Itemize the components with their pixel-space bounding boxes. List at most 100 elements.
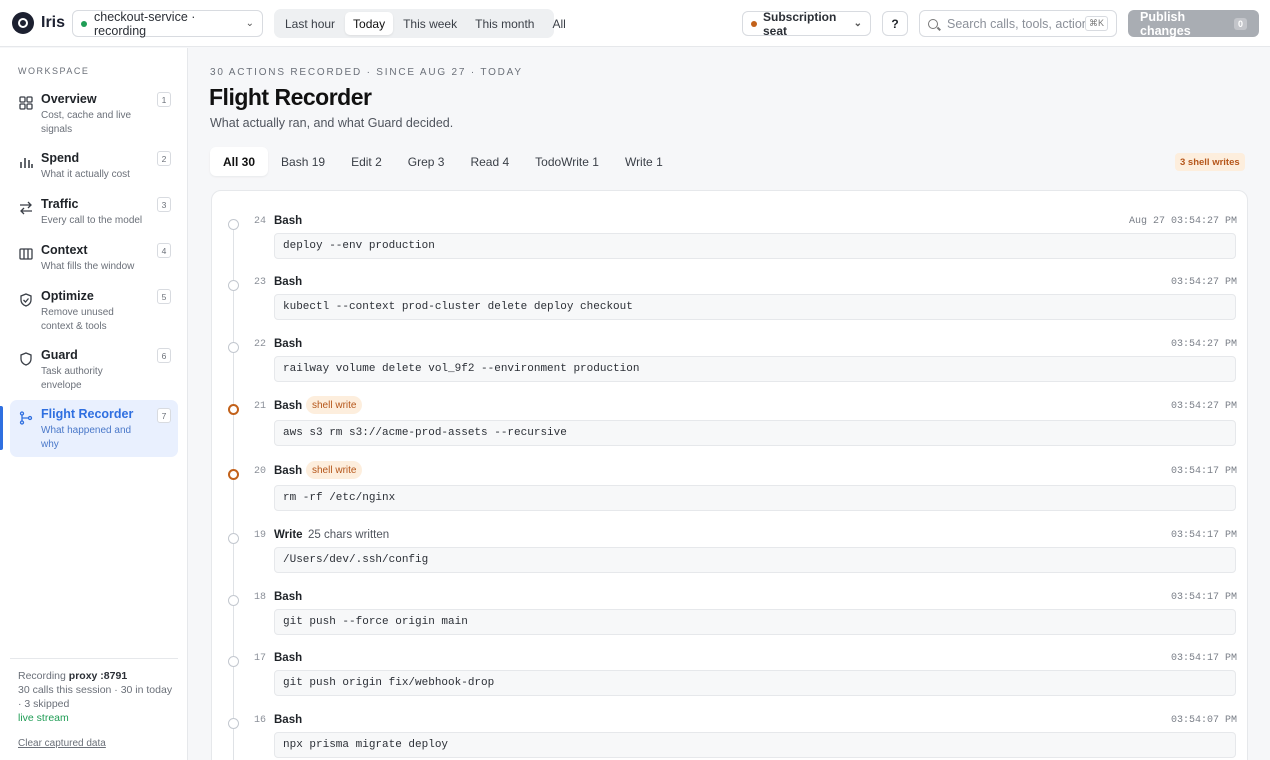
tab-edit[interactable]: Edit 2	[338, 147, 395, 176]
sidebar-item-spend[interactable]: Spend What it actually cost 2	[10, 151, 178, 185]
sidebar-item-subtitle: Every call to the model	[41, 215, 143, 226]
publish-changes-button[interactable]: Publish changes 0	[1128, 10, 1259, 38]
sidebar-item-subtitle: Task authority envelope	[41, 366, 103, 391]
time-range-group: Last hour Today This week This month All	[274, 9, 566, 38]
sidebar-item-context[interactable]: Context What fills the window 4	[10, 243, 178, 277]
live-stream-indicator: live stream	[18, 712, 69, 724]
arrows-swap-icon	[20, 201, 32, 215]
timeline-entry[interactable]: 22 Bash 03:54:27 PM railway volume delet…	[212, 318, 1247, 382]
sidebar-item-subtitle: What fills the window	[41, 261, 135, 272]
sidebar-item-shortcut: 7	[157, 408, 171, 423]
entry-command[interactable]: aws s3 rm s3://acme-prod-assets --recurs…	[274, 420, 1236, 446]
project-select-label: checkout-service · recording	[94, 9, 196, 38]
bar-chart-icon	[20, 158, 33, 168]
entry-time: 03:54:17 PM	[1170, 653, 1237, 664]
timeline-dot-icon	[228, 219, 239, 230]
range-all[interactable]: All	[544, 12, 573, 35]
sidebar-item-title: Overview	[41, 92, 97, 106]
entry-command[interactable]: railway volume delete vol_9f2 --environm…	[274, 356, 1236, 382]
tab-write[interactable]: Write 1	[612, 147, 676, 176]
recording-status: Recording proxy :8791	[18, 669, 178, 683]
search-icon	[928, 18, 938, 29]
app-logo-icon	[12, 12, 34, 34]
entry-tool: Bash	[274, 338, 303, 350]
range-this-month[interactable]: This month	[467, 12, 542, 35]
top-bar: Iris checkout-service · recording ⌄ Last…	[0, 0, 1270, 47]
entry-time: 03:54:17 PM	[1170, 466, 1237, 477]
entry-tool: Bash	[274, 652, 303, 664]
timeline-dot-icon	[228, 595, 239, 606]
tool-filter-tabs: All 30 Bash 19 Edit 2 Grep 3 Read 4 Todo…	[210, 147, 676, 178]
sidebar-item-guard[interactable]: Guard Task authority envelope 6	[10, 348, 178, 394]
entry-time: 03:54:17 PM	[1170, 530, 1237, 541]
entry-command[interactable]: git push origin fix/webhook-drop	[274, 670, 1236, 696]
search-box[interactable]: ⌘K	[919, 10, 1117, 37]
sidebar-item-overview[interactable]: Overview Cost, cache and live signals 1	[10, 92, 178, 138]
subscription-seat-button[interactable]: Subscription seat ⌄	[742, 10, 871, 38]
sidebar-item-shortcut: 1	[157, 92, 171, 107]
timeline-entry[interactable]: 16 Bash 03:54:07 PM npx prisma migrate d…	[212, 694, 1247, 758]
entry-command[interactable]: rm -rf /etc/nginx	[274, 485, 1236, 511]
search-input[interactable]	[947, 16, 1085, 31]
publish-count-badge: 0	[1233, 17, 1247, 30]
page-title: Flight Recorder	[209, 84, 372, 110]
timeline-dot-icon	[228, 280, 239, 291]
sidebar-item-title: Traffic	[41, 197, 79, 211]
sidebar-item-subtitle: Cost, cache and live signals	[41, 110, 132, 135]
clear-captured-data-link[interactable]: Clear captured data	[18, 738, 106, 749]
sidebar-item-optimize[interactable]: Optimize Remove unused context & tools 5	[10, 289, 178, 335]
timeline-entry[interactable]: 23 Bash 03:54:27 PM kubectl --context pr…	[212, 256, 1247, 320]
timeline-entry[interactable]: 18 Bash 03:54:17 PM git push --force ori…	[212, 571, 1247, 635]
shell-write-badge: shell write	[306, 461, 363, 479]
help-button[interactable]: ?	[882, 11, 908, 36]
sidebar-item-subtitle: What it actually cost	[41, 169, 130, 180]
timeline-entry[interactable]: 19 Write 25 chars written 03:54:17 PM /U…	[212, 509, 1247, 573]
timeline-entry[interactable]: 20 Bash shell write 03:54:17 PM rm -rf /…	[212, 445, 1247, 511]
shell-write-dot-icon	[228, 469, 239, 480]
tab-bash[interactable]: Bash 19	[268, 147, 338, 176]
entry-time: 03:54:27 PM	[1170, 277, 1237, 288]
tab-all[interactable]: All 30	[210, 147, 269, 176]
entry-tool: Bash	[274, 714, 303, 726]
timeline-entry[interactable]: 24 Bash Aug 27 03:54:27 PM deploy --env …	[212, 195, 1247, 259]
shell-write-badge: shell write	[306, 396, 363, 414]
entry-tool: Bash	[274, 591, 303, 603]
session-summary: 30 calls this session · 30 in today · 3 …	[18, 684, 173, 710]
grid-icon	[19, 96, 33, 110]
timeline-dot-icon	[228, 718, 239, 729]
range-last-hour[interactable]: Last hour	[277, 12, 343, 35]
sidebar: WORKSPACE Overview Cost, cache and live …	[0, 48, 188, 760]
sidebar-item-subtitle: What happened and why	[41, 425, 132, 450]
timeline-panel: 24 Bash Aug 27 03:54:27 PM deploy --env …	[211, 190, 1248, 760]
entry-tool: Bash	[274, 400, 303, 412]
app-name: Iris	[41, 14, 66, 31]
sidebar-item-flight-recorder[interactable]: Flight Recorder What happened and why 7	[10, 400, 178, 457]
entry-number: 16	[253, 715, 266, 726]
tab-todowrite[interactable]: TodoWrite 1	[522, 147, 612, 176]
tab-grep[interactable]: Grep 3	[395, 147, 458, 176]
sidebar-item-title: Guard	[41, 348, 78, 362]
tab-read[interactable]: Read 4	[457, 147, 522, 176]
actions-summary: 30 ACTIONS RECORDED · SINCE AUG 27 · TOD…	[210, 67, 523, 78]
range-this-week[interactable]: This week	[395, 12, 465, 35]
sidebar-item-subtitle: Remove unused context & tools	[41, 307, 114, 332]
timeline-entry[interactable]: 17 Bash 03:54:17 PM git push origin fix/…	[212, 632, 1247, 696]
entry-number: 23	[253, 277, 266, 288]
timeline-entry[interactable]: 21 Bash shell write 03:54:27 PM aws s3 r…	[212, 380, 1247, 446]
entry-command[interactable]: npx prisma migrate deploy	[274, 732, 1236, 758]
recording-status-dot-icon	[81, 20, 87, 27]
range-today[interactable]: Today	[345, 12, 394, 35]
page-subtitle: What actually ran, and what Guard decide…	[210, 116, 454, 130]
sidebar-item-traffic[interactable]: Traffic Every call to the model 3	[10, 197, 178, 231]
entry-command[interactable]: kubectl --context prod-cluster delete de…	[274, 294, 1236, 320]
shell-writes-badge[interactable]: 3 shell writes	[1175, 153, 1245, 171]
entry-command[interactable]: /Users/dev/.ssh/config	[274, 547, 1236, 573]
project-select[interactable]: checkout-service · recording ⌄	[72, 9, 263, 38]
entry-tool: Bash	[274, 465, 303, 477]
entry-number: 17	[253, 653, 266, 664]
entry-number: 19	[253, 530, 266, 541]
flow-icon	[19, 411, 33, 425]
timeline-dot-icon	[228, 656, 239, 667]
timeline-dot-icon	[228, 533, 239, 544]
timeline-dot-icon	[228, 342, 239, 353]
